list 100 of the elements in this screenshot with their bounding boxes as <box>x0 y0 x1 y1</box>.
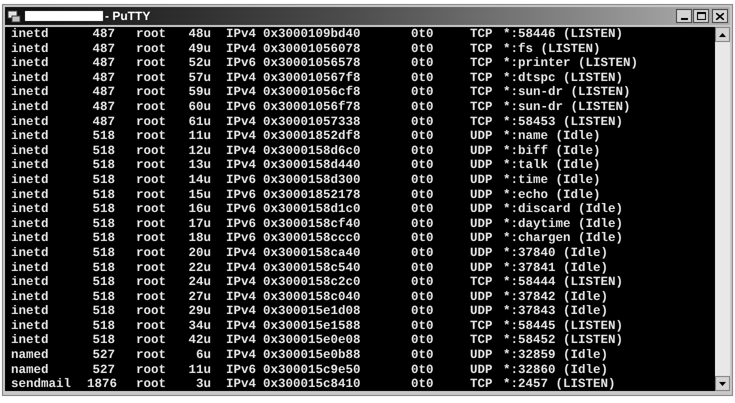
terminal-text: 518 <box>91 246 115 260</box>
terminal-text: 34u <box>187 318 211 334</box>
terminal-text: 0x3000158cf40 <box>263 216 362 232</box>
terminal-text: 487 <box>91 56 115 71</box>
terminal-text: *:talk (Idle) <box>503 158 601 173</box>
terminal-text: 0x30001056f78 <box>263 100 362 115</box>
terminal-text: 0x300015e0e08 <box>263 333 362 348</box>
scroll-down-button[interactable] <box>715 376 730 391</box>
terminal-text: 11u <box>187 129 211 144</box>
terminal-text: TCP <box>470 85 494 100</box>
terminal-text: 518 <box>91 333 115 348</box>
terminal-text: 1876 <box>87 377 115 391</box>
terminal-text: root <box>135 246 168 260</box>
terminal-text: *:biff (Idle) <box>503 144 601 158</box>
terminal-text: 518 <box>91 275 115 290</box>
terminal-text: 61u <box>187 114 211 130</box>
terminal-text: IPv4 <box>225 290 258 304</box>
maximize-icon <box>696 12 706 20</box>
terminal-text: inetd <box>11 231 50 246</box>
terminal-text: 518 <box>91 260 115 276</box>
terminal-text: 0x30001852178 <box>263 188 362 202</box>
terminal-text: TCP <box>470 27 494 42</box>
terminal-text: 0t0 <box>411 202 435 217</box>
scroll-up-button[interactable] <box>715 27 730 42</box>
terminal-text: IPv4 <box>225 246 258 260</box>
terminal-text: TCP <box>470 114 494 130</box>
terminal-text: *:chargen (Idle) <box>503 231 624 246</box>
minimize-button[interactable] <box>676 9 692 23</box>
terminal-text: 518 <box>91 304 115 319</box>
terminal-text: 518 <box>91 188 115 202</box>
terminal-text: TCP <box>470 275 494 290</box>
terminal-text: UDP <box>470 188 494 202</box>
terminal-text: inetd <box>11 129 50 144</box>
terminal-text: 49u <box>187 42 211 56</box>
terminal-text: root <box>135 27 168 42</box>
terminal-text: *:58446 (LISTEN) <box>503 27 624 42</box>
terminal-text: *:37840 (Idle) <box>503 246 608 260</box>
terminal-text: 0t0 <box>411 362 435 378</box>
terminal-text: 0t0 <box>411 333 435 348</box>
terminal-text: IPv6 <box>225 216 258 232</box>
close-button[interactable] <box>712 9 728 23</box>
terminal-text: 487 <box>91 27 115 42</box>
terminal-text: *:printer (LISTEN) <box>503 56 638 71</box>
terminal-text: 0x300015c9e50 <box>263 362 362 378</box>
terminal-text: UDP <box>470 362 494 378</box>
terminal-text: 0x3000158d1c0 <box>263 202 362 217</box>
terminal-text: 487 <box>91 85 115 100</box>
terminal-text: IPv4 <box>225 260 258 276</box>
terminal-text: 0t0 <box>411 231 435 246</box>
terminal-text: 0x3000158ccc0 <box>263 231 362 246</box>
terminal-text: IPv4 <box>225 275 258 290</box>
terminal-text: 12u <box>187 144 211 158</box>
terminal-text: 0x3000158d440 <box>263 158 362 173</box>
terminal-text: 3u <box>194 377 211 391</box>
terminal-text: inetd <box>11 318 50 334</box>
terminal-text: inetd <box>11 144 50 158</box>
terminal-text: UDP <box>470 304 494 319</box>
terminal-text: 0t0 <box>411 27 435 42</box>
up-arrow-icon <box>719 32 726 36</box>
terminal-text: root <box>135 377 168 391</box>
terminal-text: 0x300015e1588 <box>263 318 362 334</box>
terminal-text: root <box>135 290 168 304</box>
terminal-text: 0t0 <box>411 377 435 391</box>
terminal-text: IPv4 <box>225 144 258 158</box>
terminal-text: TCP <box>470 333 494 348</box>
terminal-text: *:fs (LISTEN) <box>503 42 601 56</box>
terminal-text: *:58452 (LISTEN) <box>503 333 624 348</box>
terminal-text: 0t0 <box>411 114 435 130</box>
terminal-text: *:58445 (LISTEN) <box>503 318 624 334</box>
terminal-text: 6u <box>194 348 211 363</box>
terminal-text: UDP <box>470 231 494 246</box>
terminal-text: *:name (Idle) <box>503 129 601 144</box>
maximize-button[interactable] <box>693 9 709 23</box>
terminal-text: 60u <box>187 100 211 115</box>
terminal-text: named <box>11 362 50 378</box>
terminal-text: UDP <box>470 129 494 144</box>
terminal-text: 0t0 <box>411 129 435 144</box>
terminal-text: inetd <box>11 70 50 86</box>
terminal-text: inetd <box>11 216 50 232</box>
terminal-text: IPv4 <box>225 333 258 348</box>
terminal-text: root <box>135 100 168 115</box>
terminal-text: UDP <box>470 348 494 363</box>
terminal-text: UDP <box>470 290 494 304</box>
terminal-text: 42u <box>187 333 211 348</box>
terminal-text: *:echo (Idle) <box>503 188 601 202</box>
terminal-text: root <box>135 42 168 56</box>
terminal-text: root <box>135 158 168 173</box>
terminal-text: 0t0 <box>411 158 435 173</box>
terminal-text: IPv4 <box>225 70 258 86</box>
terminal-text: inetd <box>11 246 50 260</box>
terminal-text: 518 <box>91 290 115 304</box>
terminal-text: inetd <box>11 260 50 276</box>
terminal-text: 0x30001057338 <box>263 114 362 130</box>
terminal-text: TCP <box>470 318 494 334</box>
terminal-text: inetd <box>11 85 50 100</box>
terminal-text: root <box>135 231 168 246</box>
terminal-text: 518 <box>91 129 115 144</box>
scrollbar[interactable] <box>715 27 730 391</box>
terminal-text: TCP <box>470 42 494 56</box>
terminal-text: IPv4 <box>225 377 258 391</box>
